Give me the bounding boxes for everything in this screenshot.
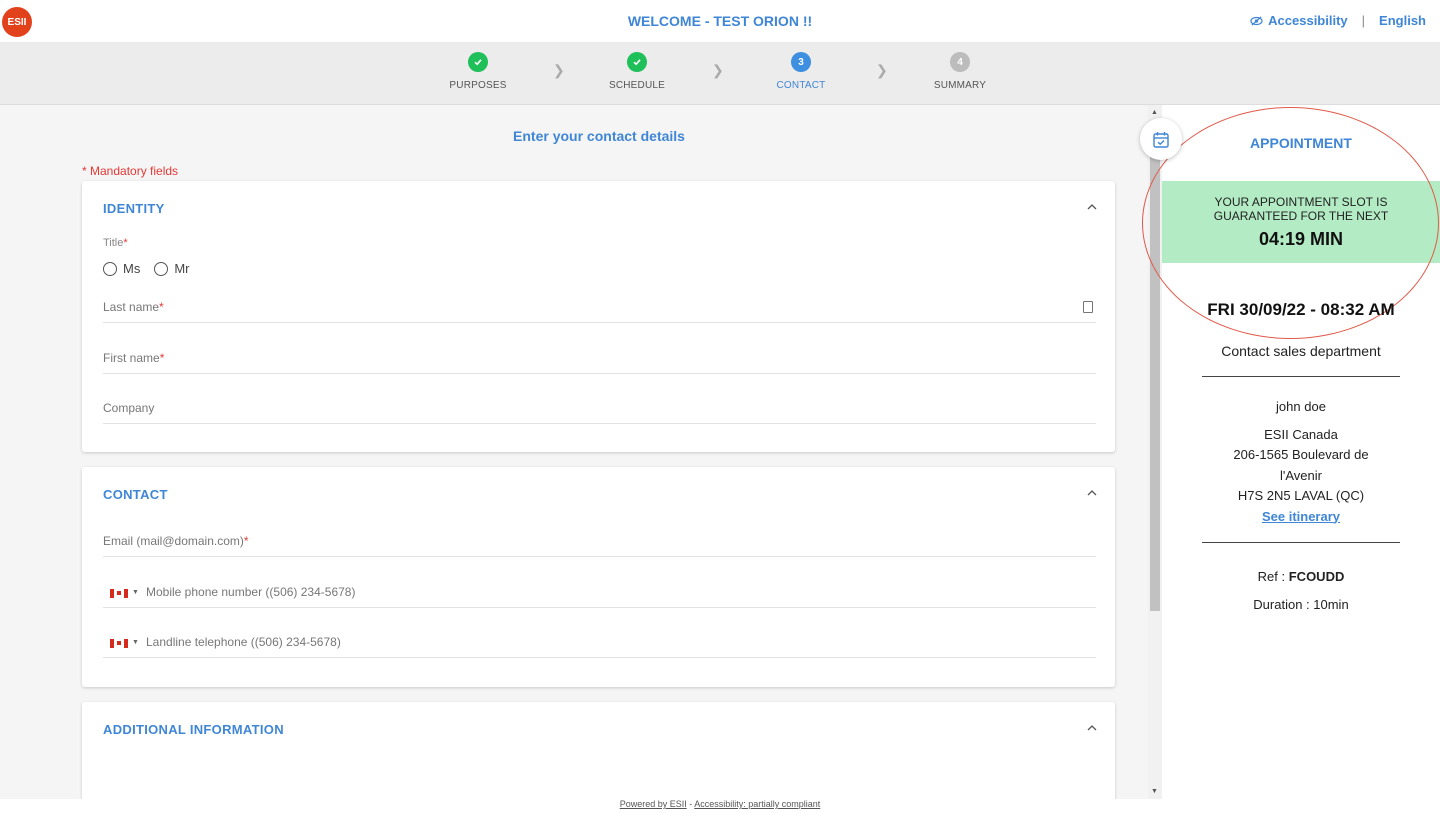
check-icon (627, 52, 647, 72)
contact-card: CONTACT Email (mail@domain.com)* ▼ Mobil… (82, 467, 1115, 687)
chevron-up-icon (1087, 204, 1097, 210)
landline-phone-field[interactable]: ▼ Landline telephone ((506) 234-5678) (103, 628, 1096, 658)
chevron-right-icon: ❯ (553, 62, 565, 78)
chevron-right-icon: ❯ (876, 62, 888, 78)
appointment-panel: APPOINTMENT YOUR APPOINTMENT SLOT IS GUA… (1142, 105, 1440, 799)
additional-title: ADDITIONAL INFORMATION (103, 722, 284, 737)
last-name-label: Last name* (103, 300, 164, 314)
divider (1202, 542, 1400, 543)
chevron-up-icon (1087, 725, 1097, 731)
scroll-down-arrow-icon[interactable]: ▼ (1151, 788, 1158, 795)
company-field[interactable]: Company (103, 394, 1096, 424)
accessibility-link[interactable]: Accessibility (1250, 13, 1348, 28)
first-name-label: First name* (103, 351, 165, 365)
accessibility-label: Accessibility (1268, 13, 1348, 28)
step-label: PURPOSES (449, 80, 507, 91)
address-line: 206-1565 Boulevard de (1233, 447, 1369, 462)
chevron-up-icon (1087, 490, 1097, 496)
eye-slash-icon (1250, 16, 1263, 26)
step-summary: 4 SUMMARY (900, 52, 1020, 91)
mobile-phone-field[interactable]: ▼ Mobile phone number ((506) 234-5678) (103, 578, 1096, 608)
calendar-toggle-button[interactable] (1140, 118, 1182, 160)
powered-by-link[interactable]: Powered by ESII (620, 799, 687, 809)
radio-mr[interactable]: Mr (154, 261, 190, 276)
form-title: Enter your contact details (513, 128, 685, 144)
email-label: Email (mail@domain.com)* (103, 534, 249, 548)
step-number: 4 (950, 52, 970, 72)
identity-title: IDENTITY (103, 201, 165, 216)
location-block: john doe ESII Canada 206-1565 Boulevard … (1162, 397, 1440, 527)
scroll-up-arrow-icon[interactable]: ▲ (1151, 109, 1158, 116)
see-itinerary-link[interactable]: See itinerary (1262, 509, 1340, 524)
radio-label: Ms (123, 261, 141, 276)
reference: Ref : FCOUDD (1257, 569, 1345, 584)
collapse-contact-button[interactable] (1087, 484, 1097, 499)
top-right-links: Accessibility | English (1250, 13, 1426, 28)
step-purposes[interactable]: PURPOSES (418, 52, 538, 91)
address-line: H7S 2N5 LAVAL (QC) (1237, 488, 1365, 503)
collapse-identity-button[interactable] (1087, 198, 1097, 213)
landline-label: Landline telephone ((506) 234-5678) (146, 635, 341, 649)
footer: Powered by ESII - Accessibility: partial… (0, 799, 1440, 813)
duration: Duration : 10min (1253, 597, 1349, 612)
top-bar: ESII WELCOME - TEST ORION !! Accessibili… (0, 0, 1440, 42)
contact-name: john doe (1276, 399, 1326, 414)
reference-block: Ref : FCOUDD Duration : 10min (1162, 563, 1440, 619)
step-number: 3 (791, 52, 811, 72)
title-radio-group: Ms Mr (103, 261, 190, 276)
email-field[interactable]: Email (mail@domain.com)* (103, 527, 1096, 557)
check-icon (468, 52, 488, 72)
appointment-datetime: FRI 30/09/22 - 08:32 AM (1207, 300, 1395, 319)
mobile-label: Mobile phone number ((506) 234-5678) (146, 585, 356, 599)
header-separator: | (1361, 13, 1366, 28)
canada-flag-icon[interactable] (110, 589, 128, 598)
calendar-check-icon (1153, 131, 1169, 148)
step-label: SCHEDULE (608, 80, 666, 91)
step-schedule[interactable]: SCHEDULE (577, 52, 697, 91)
step-contact[interactable]: 3 CONTACT (741, 52, 861, 91)
title-label: Title* (103, 237, 128, 249)
caret-down-icon[interactable]: ▼ (132, 589, 139, 596)
company-name: ESII Canada (1264, 426, 1338, 442)
mandatory-note: * Mandatory fields (82, 164, 179, 178)
welcome-title: WELCOME - TEST ORION !! (627, 13, 813, 29)
step-label: CONTACT (776, 80, 826, 91)
company-label: Company (103, 401, 155, 415)
first-name-field[interactable]: First name* (103, 344, 1096, 374)
canada-flag-icon[interactable] (110, 639, 128, 648)
additional-info-card: ADDITIONAL INFORMATION (82, 702, 1115, 799)
department-label: Contact sales department (1221, 343, 1381, 359)
contact-form-area: Enter your contact details * Mandatory f… (0, 105, 1148, 799)
contact-title: CONTACT (103, 487, 168, 502)
contact-card-icon[interactable] (1083, 301, 1093, 313)
identity-card: IDENTITY Title* Ms Mr Last name* First n… (82, 181, 1115, 452)
radio-ms[interactable]: Ms (103, 261, 140, 276)
progress-stepper: PURPOSES ❯ SCHEDULE ❯ 3 CONTACT ❯ 4 SUMM… (0, 42, 1440, 105)
caret-down-icon[interactable]: ▼ (132, 639, 139, 646)
collapse-additional-button[interactable] (1087, 719, 1097, 734)
chevron-right-icon: ❯ (712, 62, 724, 78)
radio-label: Mr (174, 261, 190, 276)
accessibility-compliance-link[interactable]: Accessibility: partially compliant (694, 799, 820, 809)
divider (1202, 376, 1400, 377)
address-line: l'Avenir (1280, 467, 1322, 483)
last-name-field[interactable]: Last name* (103, 293, 1096, 323)
step-label: SUMMARY (933, 80, 987, 91)
language-selector[interactable]: English (1379, 13, 1426, 28)
